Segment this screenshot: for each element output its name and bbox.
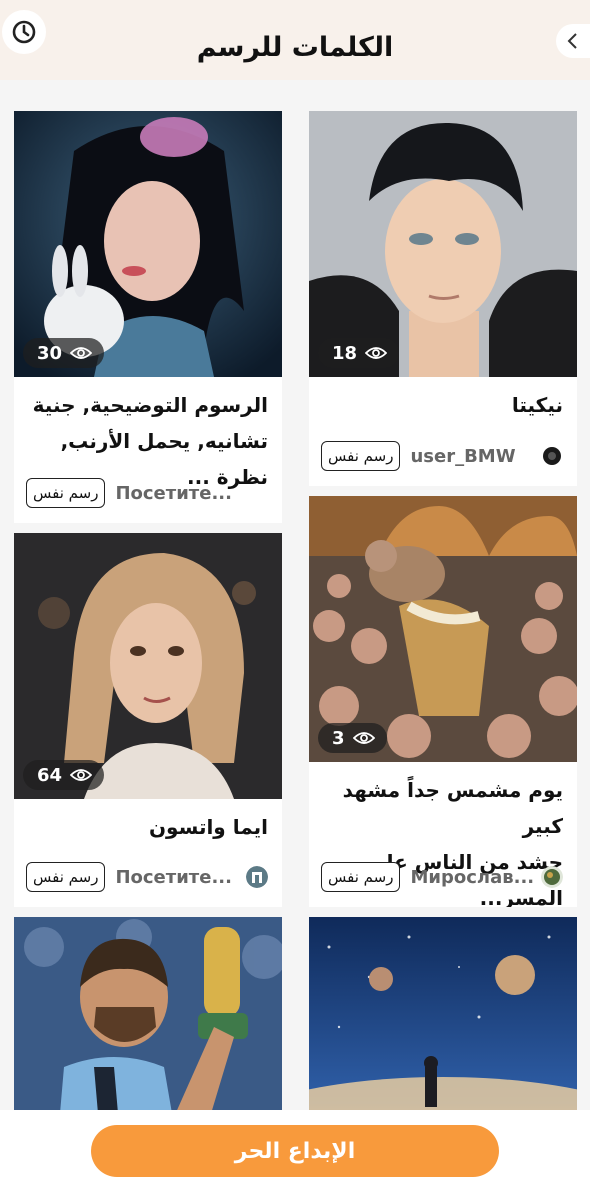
free-creation-button[interactable]: الإبداع الحر — [91, 1125, 499, 1177]
prompt-card[interactable]: 18 نيكيتا رسم نفس user_BMW — [309, 111, 577, 486]
eye-icon — [352, 732, 375, 744]
page-title: الكلمات للرسم — [196, 32, 394, 63]
view-count-badge: 30 — [23, 338, 105, 368]
eye-icon — [365, 347, 388, 359]
eye-icon — [70, 347, 93, 359]
card-image[interactable] — [14, 917, 282, 1110]
card-image[interactable]: 30 — [14, 111, 282, 377]
view-count: 3 — [332, 727, 345, 749]
back-button[interactable] — [556, 24, 590, 58]
card-footer: رسم نفس Посетите... — [26, 861, 268, 893]
view-count-badge: 64 — [23, 760, 105, 790]
author-name[interactable]: Посетите... — [115, 867, 238, 888]
draw-same-button[interactable]: رسم نفس — [26, 478, 106, 508]
eye-icon — [70, 769, 93, 781]
prompt-card[interactable]: 30 الرسوم التوضيحية, جنية تشانيه, يحمل ا… — [14, 111, 282, 523]
card-title: ايما واتسون — [148, 815, 268, 839]
avatar[interactable] — [541, 866, 563, 888]
draw-same-button[interactable]: رسم نفس — [321, 441, 401, 471]
view-count-badge: 18 — [318, 338, 400, 368]
card-image[interactable]: 18 — [309, 111, 577, 377]
view-count-badge: 3 — [318, 723, 387, 753]
draw-same-button[interactable]: رسم نفس — [26, 862, 106, 892]
view-count: 64 — [37, 764, 63, 786]
prompt-card[interactable]: 64 ايما واتسون رسم نفس Посетите... — [14, 533, 282, 907]
card-image[interactable]: 64 — [14, 533, 282, 799]
card-footer: رسم نفس Посетите... — [26, 477, 268, 509]
avatar[interactable] — [541, 445, 563, 467]
top-bar: الكلمات للرسم — [0, 0, 590, 80]
author-name[interactable]: Мирослав... — [410, 867, 533, 888]
view-count: 18 — [332, 342, 358, 364]
avatar[interactable] — [246, 866, 268, 888]
card-footer: رسم نفس user_BMW — [321, 440, 563, 472]
card-image[interactable]: 3 — [309, 496, 577, 762]
author-name[interactable]: Посетите... — [115, 483, 268, 504]
card-title: نيكيتا — [511, 393, 563, 417]
prompt-card[interactable] — [14, 917, 282, 1110]
chevron-left-icon — [567, 33, 577, 49]
card-image[interactable] — [309, 917, 577, 1110]
draw-same-button[interactable]: رسم نفس — [321, 862, 401, 892]
prompt-card[interactable]: 3 يوم مشمس جداً مشهد كبير حشد من الناس ع… — [309, 496, 577, 907]
view-count: 30 — [37, 342, 63, 364]
bottom-bar: الإبداع الحر — [0, 1110, 590, 1202]
prompt-card[interactable] — [309, 917, 577, 1110]
card-footer: رسم نفس Мирослав... — [321, 861, 563, 893]
author-name[interactable]: user_BMW — [410, 446, 533, 467]
